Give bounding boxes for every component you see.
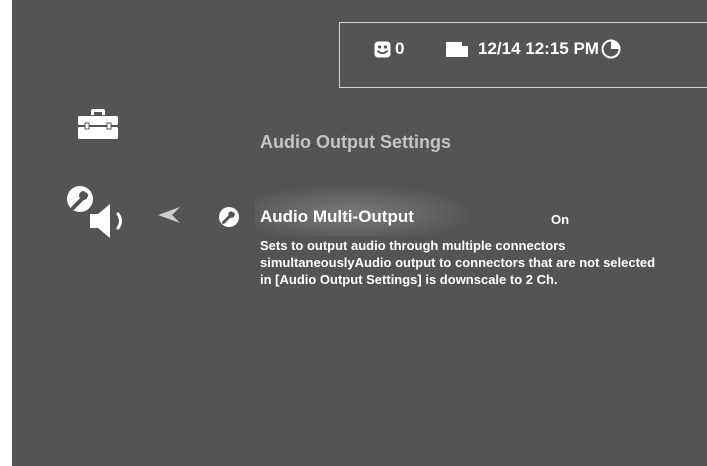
tv-screen: 0 12/14 12:15 PM Audio Output Settings A…: [12, 0, 707, 466]
back-arrow-icon[interactable]: [158, 207, 180, 228]
setting-name[interactable]: Audio Multi-Output: [260, 207, 414, 227]
section-title: Audio Output Settings: [260, 132, 451, 152]
clock-icon: [601, 39, 621, 59]
smiley-icon: [374, 41, 391, 58]
datetime-text: 12/14 12:15 PM: [478, 39, 599, 58]
datetime-status: 12/14 12:15 PM: [446, 39, 621, 59]
wrench-speaker-icon: [66, 186, 136, 247]
film-icon: [446, 41, 468, 57]
smiley-count: 0: [395, 39, 405, 58]
status-bar: 0 12/14 12:15 PM: [339, 22, 707, 88]
toolbox-icon: [78, 109, 118, 144]
smiley-status: 0: [374, 39, 404, 59]
wrench-icon: [219, 207, 239, 232]
setting-description: Sets to output audio through multiple co…: [260, 238, 656, 287]
setting-value[interactable]: On: [551, 212, 569, 227]
